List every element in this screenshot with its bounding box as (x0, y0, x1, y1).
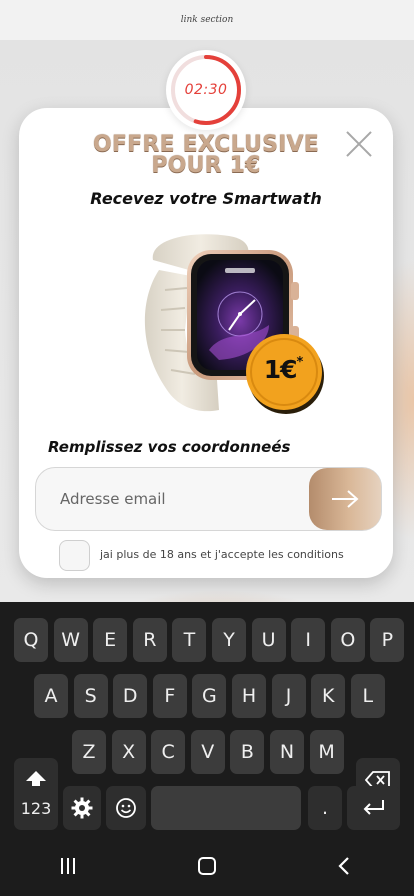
price-value: 1€* (245, 355, 321, 384)
submit-button[interactable] (309, 468, 381, 530)
key-h[interactable]: H (232, 674, 266, 718)
system-navigation-bar (0, 834, 414, 896)
offer-subheadline: Recevez votre Smartwath (90, 189, 322, 208)
key-r[interactable]: R (132, 618, 167, 662)
key-l[interactable]: L (350, 674, 385, 718)
key-u[interactable]: U (251, 618, 286, 662)
email-field[interactable] (36, 468, 310, 530)
home-icon (198, 857, 216, 875)
price-main: 1€ (263, 355, 298, 384)
headline-line-2: POUR 1€ (151, 153, 261, 178)
countdown-timer: 02:30 (166, 50, 246, 130)
key-f[interactable]: F (152, 674, 187, 718)
key-w[interactable]: W (53, 618, 88, 662)
enter-key[interactable] (347, 786, 400, 830)
age-consent-checkbox[interactable] (59, 540, 90, 571)
form-title: Remplissez vos coordonneés (48, 438, 291, 456)
key-y[interactable]: Y (212, 618, 246, 662)
email-field-container (35, 467, 382, 531)
key-i[interactable]: I (291, 618, 326, 662)
link-section-bar[interactable]: link section (0, 0, 414, 40)
price-badge: 1€* (245, 333, 327, 415)
home-button[interactable] (187, 852, 227, 880)
key-o[interactable]: O (330, 618, 365, 662)
key-v[interactable]: V (190, 730, 225, 774)
back-button[interactable] (324, 852, 364, 880)
key-e[interactable]: E (93, 618, 128, 662)
emoji-icon (116, 798, 136, 818)
key-c[interactable]: C (151, 730, 186, 774)
enter-icon (363, 800, 384, 815)
key-x[interactable]: X (111, 730, 146, 774)
close-icon[interactable] (345, 130, 373, 158)
arrow-right-icon (332, 490, 359, 508)
onscreen-keyboard: 123 . QWERTYUIOP ASDFGHJKL ZXCVBNM (0, 602, 414, 834)
recent-apps-icon (61, 858, 75, 874)
key-s[interactable]: S (73, 674, 108, 718)
key-k[interactable]: K (311, 674, 346, 718)
recent-apps-button[interactable] (48, 852, 88, 880)
key-g[interactable]: G (192, 674, 227, 718)
back-icon (338, 857, 349, 875)
key-b[interactable]: B (230, 730, 265, 774)
emoji-key[interactable] (106, 786, 146, 830)
offer-popup: OFFRE EXCLUSIVE POUR 1€ Recevez votre Sm… (19, 108, 393, 578)
link-section-label[interactable]: link section (181, 15, 234, 25)
key-z[interactable]: Z (72, 730, 106, 774)
offer-headline: OFFRE EXCLUSIVE POUR 1€ (69, 132, 343, 178)
consent-label[interactable]: jai plus de 18 ans et j'accepte les cond… (100, 548, 344, 561)
key-d[interactable]: D (113, 674, 148, 718)
key-a[interactable]: A (34, 674, 68, 718)
key-j[interactable]: J (271, 674, 306, 718)
key-n[interactable]: N (270, 730, 304, 774)
timer-text: 02:30 (184, 82, 228, 98)
period-key[interactable]: . (308, 786, 342, 830)
space-key[interactable] (151, 786, 301, 830)
headline-line-1: OFFRE EXCLUSIVE (93, 132, 319, 157)
price-asterisk: * (296, 355, 303, 370)
settings-key[interactable] (63, 786, 101, 830)
key-q[interactable]: Q (14, 618, 48, 662)
key-t[interactable]: T (172, 618, 207, 662)
gear-icon (71, 797, 93, 819)
key-m[interactable]: M (309, 730, 344, 774)
numbers-key[interactable]: 123 (14, 786, 58, 830)
key-p[interactable]: P (370, 618, 405, 662)
